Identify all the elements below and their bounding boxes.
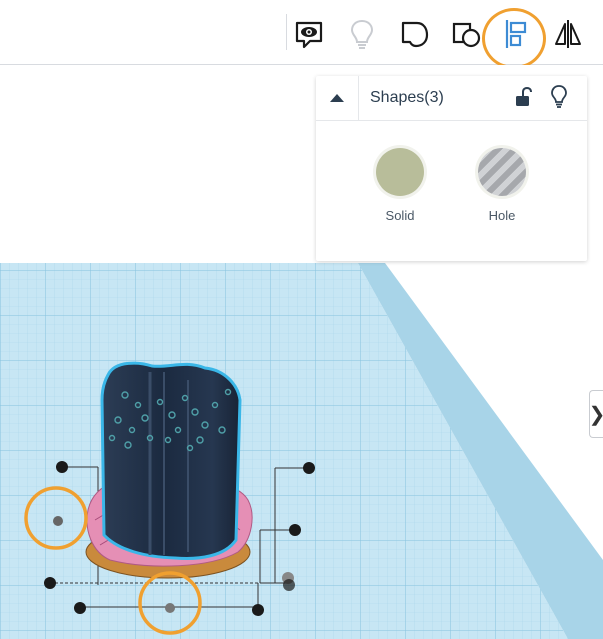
- shapes-panel-title: Shapes(3): [370, 89, 444, 106]
- visibility-button[interactable]: [548, 84, 570, 108]
- handle-right-low-2[interactable]: [283, 579, 295, 591]
- align-button[interactable]: [496, 14, 536, 54]
- unlock-icon: [516, 86, 532, 106]
- handle-top-left[interactable]: [56, 461, 68, 473]
- speech-eye-icon: [295, 21, 323, 49]
- lightbulb-icon: [551, 85, 567, 108]
- hole-swatch[interactable]: [478, 148, 526, 196]
- notes-button[interactable]: [289, 14, 329, 54]
- solid-label: Solid: [385, 208, 415, 223]
- top-toolbar: [0, 0, 603, 69]
- handle-bottom-mid[interactable]: [165, 603, 175, 613]
- collapse-panel-button[interactable]: [316, 76, 359, 120]
- solid-swatch[interactable]: [376, 148, 424, 196]
- align-icon: [505, 20, 527, 48]
- handle-top-right[interactable]: [303, 462, 315, 474]
- mirror-button[interactable]: [548, 14, 588, 54]
- shapes-panel: Shapes(3) Solid Hole: [316, 76, 587, 261]
- dark-cylinder-shape[interactable]: [100, 361, 242, 560]
- shapes-panel-header: Shapes(3): [316, 76, 587, 121]
- handle-bottom-left[interactable]: [44, 577, 56, 589]
- handle-left-mid[interactable]: [53, 516, 63, 526]
- hole-label: Hole: [488, 208, 516, 223]
- triangle-up-icon: [330, 94, 344, 102]
- ungroup-button[interactable]: [446, 14, 486, 54]
- group-button[interactable]: [394, 14, 434, 54]
- lightbulb-icon: [350, 19, 374, 49]
- expand-side-panel-button[interactable]: ❯: [589, 390, 603, 438]
- lock-button[interactable]: [512, 86, 534, 108]
- handle-bottom-right[interactable]: [252, 604, 264, 616]
- chevron-right-icon: ❯: [589, 402, 603, 427]
- show-all-button[interactable]: [342, 14, 382, 54]
- mirror-icon: [555, 20, 581, 48]
- handle-right[interactable]: [289, 524, 301, 536]
- shape-ungroup-icon: [452, 22, 481, 48]
- toolbar-divider: [286, 14, 287, 50]
- shape-group-icon: [401, 21, 429, 48]
- handle-bottom-left-2[interactable]: [74, 602, 86, 614]
